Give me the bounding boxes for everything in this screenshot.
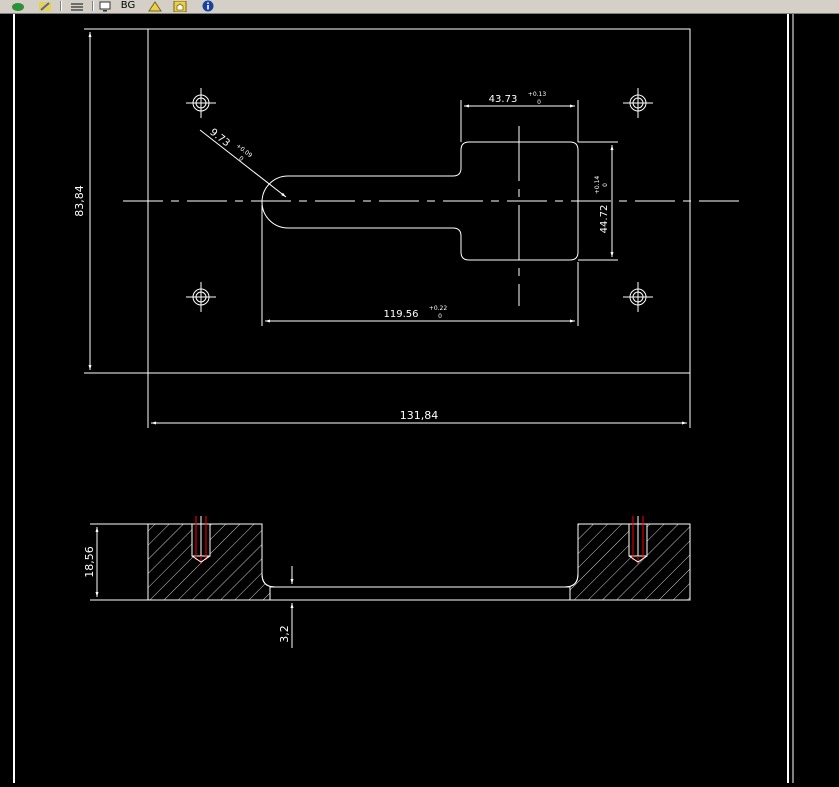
radius-tol-lower: 0 — [237, 155, 244, 163]
monitor-icon[interactable] — [97, 0, 113, 12]
radius-label: 9.73 — [207, 127, 231, 149]
home-icon[interactable] — [170, 0, 190, 12]
slot-length-label: 119.56 — [384, 309, 419, 320]
thickness-dimension — [90, 523, 148, 601]
right-hatched-section — [564, 523, 691, 601]
radius-leader — [199, 129, 287, 198]
pocket-height-tol-lower: 0 — [602, 183, 609, 187]
toolbar-separator — [92, 1, 94, 11]
left-hatched-section — [147, 523, 276, 601]
bg-button-label: BG — [120, 0, 136, 11]
slot-length-dimension — [261, 205, 579, 326]
thickness-label: 18,56 — [83, 546, 96, 578]
toolbar-separator — [60, 1, 62, 11]
pocket-height-label: 44.72 — [599, 205, 610, 234]
cad-canvas[interactable]: 83,84 131,84 119.56 +0.22 0 43.73 +0.13 … — [0, 14, 839, 783]
toolbar: BG — [0, 0, 839, 14]
bolt-hole — [186, 88, 216, 118]
top-view — [84, 28, 740, 428]
floor-label: 3,2 — [278, 625, 291, 643]
cad-drawing: 83,84 131,84 119.56 +0.22 0 43.73 +0.13 … — [13, 14, 794, 783]
bolt-hole — [186, 282, 216, 312]
slot-length-tol-upper: +0.22 — [429, 305, 448, 312]
pocket-width-tol-lower: 0 — [537, 99, 541, 106]
slot-length-tol-lower: 0 — [438, 313, 442, 320]
bolt-hole — [623, 88, 653, 118]
pin-icon[interactable] — [35, 0, 55, 12]
height-label: 83,84 — [73, 185, 86, 217]
layers-icon[interactable] — [66, 0, 88, 12]
layer-triangle-icon[interactable] — [145, 0, 165, 12]
bolt-hole — [623, 282, 653, 312]
info-icon[interactable] — [198, 0, 218, 12]
hidden-thread-lines — [195, 516, 644, 564]
eye-icon[interactable] — [8, 0, 28, 12]
pocket-height-tol-upper: +0.14 — [594, 176, 601, 195]
width-label: 131,84 — [400, 409, 439, 422]
drawing-frame — [13, 14, 794, 783]
section-view — [90, 523, 691, 648]
pocket-width-label: 43.73 — [489, 94, 518, 105]
bg-button[interactable]: BG — [116, 0, 140, 12]
pocket-width-tol-upper: +0.13 — [528, 91, 547, 98]
